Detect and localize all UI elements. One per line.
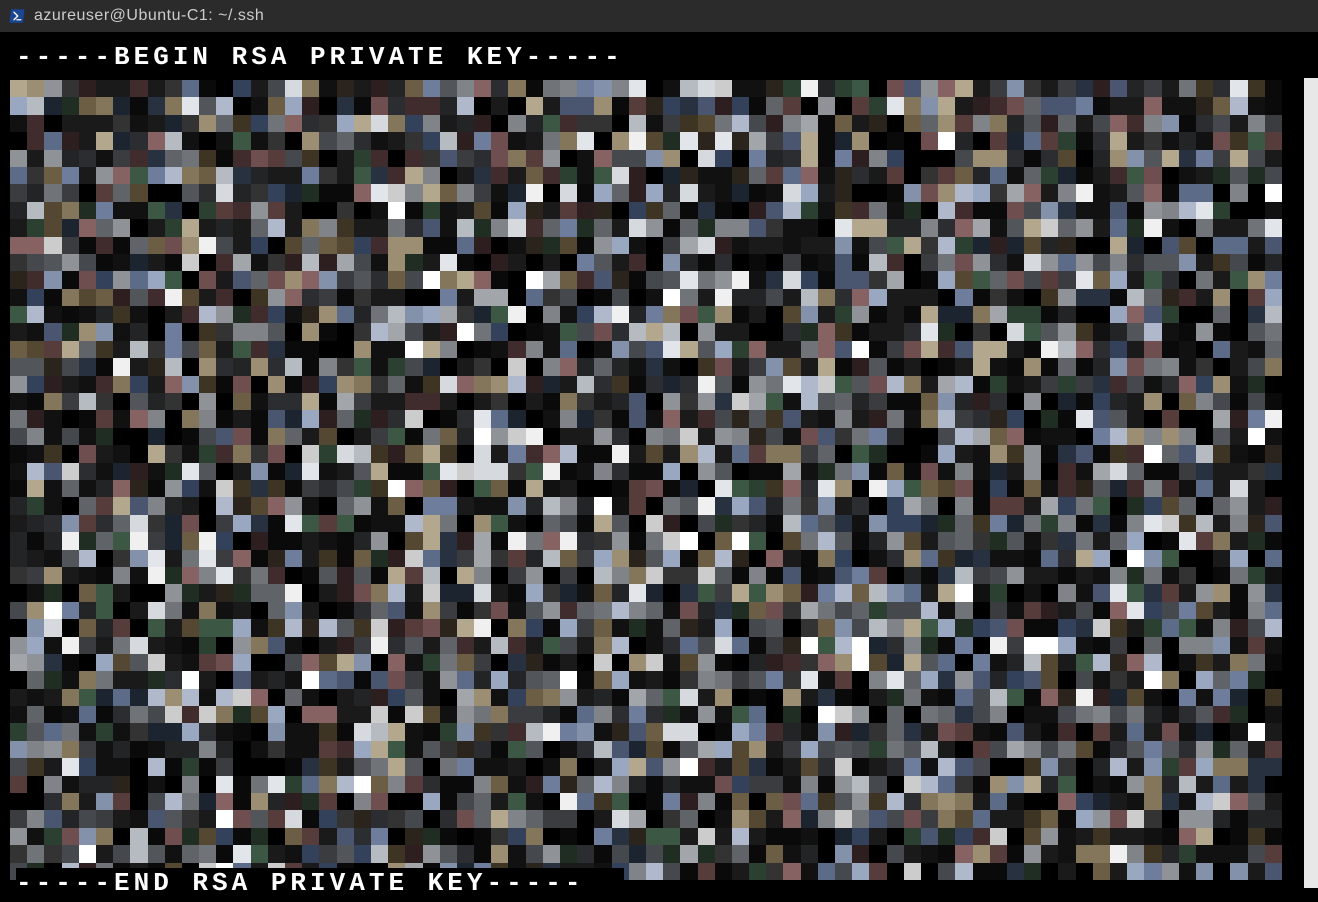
terminal-scrollbar[interactable] (1304, 78, 1318, 888)
powershell-icon (8, 7, 26, 25)
rsa-end-line: -----END RSA PRIVATE KEY----- (16, 868, 624, 898)
window-title: azureuser@Ubuntu-C1: ~/.ssh (34, 7, 264, 25)
rsa-begin-line: -----BEGIN RSA PRIVATE KEY----- (16, 42, 664, 72)
terminal-area[interactable]: -----BEGIN RSA PRIVATE KEY----- -----END… (0, 32, 1318, 902)
redacted-key-body (10, 80, 1282, 880)
window-titlebar: azureuser@Ubuntu-C1: ~/.ssh (0, 0, 1318, 32)
